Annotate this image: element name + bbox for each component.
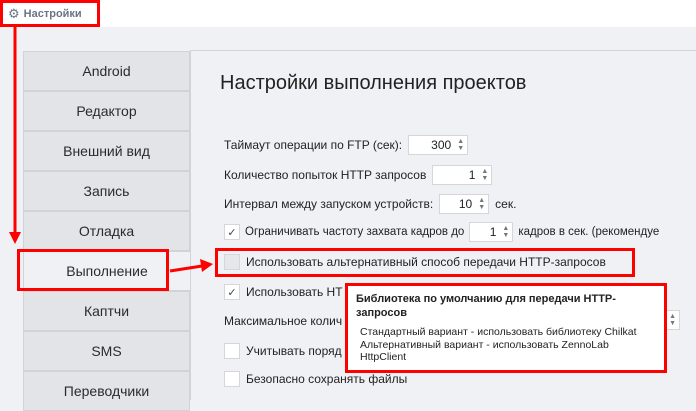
annotation-arrows — [9, 27, 213, 273]
arrow-right-head — [200, 259, 213, 272]
arrow-down-head — [9, 232, 21, 244]
arrow-right-line — [169, 264, 203, 273]
